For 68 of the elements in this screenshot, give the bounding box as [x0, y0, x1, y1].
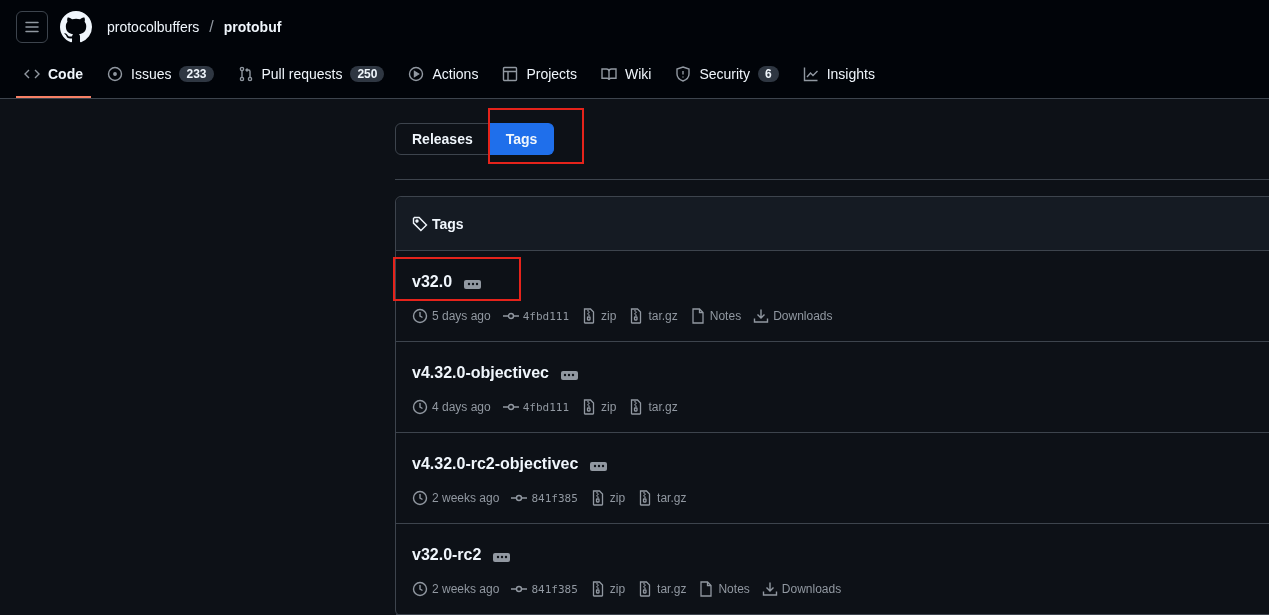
play-icon	[408, 66, 425, 82]
count-badge: 233	[179, 66, 214, 82]
more-button[interactable]	[493, 552, 511, 562]
commit-link[interactable]: 841f385	[531, 491, 578, 505]
tag-link[interactable]: v32.0	[412, 273, 453, 291]
tag-link[interactable]: v4.32.0-objectivec	[412, 364, 549, 382]
tag-icon	[412, 215, 428, 232]
tag-date: 5 days ago	[432, 309, 491, 323]
more-button[interactable]	[560, 370, 578, 380]
download-icon	[753, 308, 770, 324]
commit-link[interactable]: 4fbd111	[522, 309, 570, 323]
clock-icon	[412, 490, 428, 506]
cat-logo-icon[interactable]	[60, 11, 92, 43]
ellipsis-icon	[494, 555, 509, 559]
tag-date: 2 weeks ago	[432, 582, 500, 596]
ellipsis-icon	[465, 282, 480, 286]
issue-icon	[107, 66, 123, 82]
asset-link[interactable]: zip	[609, 491, 626, 505]
file-icon	[698, 581, 715, 597]
asset-link[interactable]: Downloads	[773, 309, 833, 323]
more-button[interactable]	[464, 279, 482, 289]
tag-link[interactable]: v4.32.0-rc2-objectivec	[412, 455, 579, 473]
repo-tab[interactable]: Security 6	[667, 52, 787, 98]
asset-link[interactable]: tar.gz	[648, 400, 678, 414]
repo-tab[interactable]: Wiki	[592, 52, 660, 98]
count-badge: 250	[350, 66, 385, 82]
asset-link[interactable]: Downloads	[781, 582, 842, 596]
repo-tab[interactable]: Insights	[794, 52, 883, 98]
panel-title: Tags	[432, 215, 464, 232]
asset-link[interactable]: tar.gz	[648, 309, 678, 323]
asset-link[interactable]: tar.gz	[657, 582, 687, 596]
menu-button[interactable]	[16, 11, 48, 43]
asset-link[interactable]: tar.gz	[657, 491, 687, 505]
asset-link[interactable]: zip	[609, 582, 626, 596]
shield-icon	[675, 66, 692, 82]
clock-icon	[412, 581, 428, 597]
commit-link[interactable]: 841f385	[531, 582, 578, 596]
more-button[interactable]	[590, 461, 608, 471]
ellipsis-icon	[562, 373, 577, 377]
ellipsis-icon	[591, 464, 606, 468]
asset-link[interactable]: zip	[601, 309, 617, 323]
pr-icon	[237, 66, 254, 82]
asset-link[interactable]: Notes	[709, 309, 742, 323]
repo-tab[interactable]: Actions	[400, 52, 487, 98]
segment-tab[interactable]: Tags	[489, 123, 555, 155]
repo-tab[interactable]: Code	[16, 52, 91, 98]
repo-link[interactable]: protobuf	[223, 19, 282, 35]
repo-tab[interactable]: Issues 233	[99, 52, 222, 98]
download-icon	[761, 581, 778, 597]
commit-link[interactable]: 4fbd111	[522, 400, 570, 414]
repo-tab[interactable]: Pull requests 250	[229, 52, 393, 98]
tag-link[interactable]: v32.0-rc2	[412, 546, 482, 564]
menu-icon	[24, 19, 40, 35]
segment-tab[interactable]: Releases	[395, 123, 490, 155]
clock-icon	[412, 399, 428, 415]
clock-icon	[412, 308, 428, 324]
asset-link[interactable]: zip	[601, 400, 617, 414]
owner-link[interactable]: protocolbuffers	[107, 19, 200, 35]
book-icon	[600, 66, 617, 82]
count-badge: 6	[758, 66, 779, 82]
table-icon	[502, 66, 519, 82]
graph-icon	[802, 66, 819, 82]
repo-tab[interactable]: Projects	[494, 52, 585, 98]
file-icon	[689, 308, 706, 324]
tag-date: 2 weeks ago	[432, 491, 500, 505]
tag-date: 4 days ago	[432, 400, 491, 414]
path-separator: /	[209, 18, 214, 36]
asset-link[interactable]: Notes	[718, 582, 750, 596]
